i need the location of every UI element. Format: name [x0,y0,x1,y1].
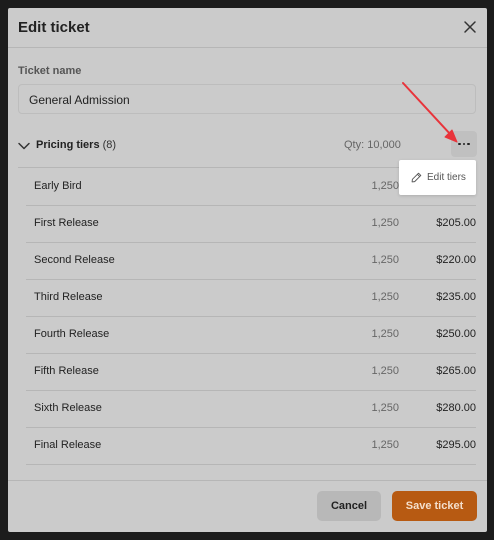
pricing-tiers-title: Pricing tiers (8) [36,139,116,151]
tier-row: Third Release 1,250 $235.00 [26,279,476,317]
tier-row: Final Release 1,250 $295.00 [26,427,476,465]
tier-name: Final Release [34,439,102,451]
tier-qty: 1,250 [371,365,399,377]
close-button[interactable] [460,17,480,37]
tier-name: Sixth Release [34,402,102,414]
tier-price: $280.00 [436,402,476,414]
tier-price: $235.00 [436,291,476,303]
tier-price: $250.00 [436,328,476,340]
tier-price: $265.00 [436,365,476,377]
close-icon [464,21,476,33]
tier-row: Second Release 1,250 $220.00 [26,242,476,280]
tier-name: Fifth Release [34,365,99,377]
tier-name: Fourth Release [34,328,110,340]
modal-header: Edit ticket [8,8,487,48]
tier-qty: 1,250 [371,402,399,414]
tier-name: First Release [34,217,99,229]
pricing-tiers-label: Pricing tiers [36,139,100,151]
chevron-down-icon [18,142,30,150]
ticket-name-input[interactable]: General Admission [18,84,476,114]
tier-qty: 1,250 [371,328,399,340]
tier-price: $220.00 [436,254,476,266]
tier-row: Sixth Release 1,250 $280.00 [26,390,476,428]
tier-row: First Release 1,250 $205.00 [26,205,476,243]
tiers-dropdown-menu: Edit tiers [399,160,476,195]
edit-ticket-modal: Edit ticket Ticket name General Admissio… [8,8,487,532]
edit-tiers-label: Edit tiers [427,172,466,183]
tier-row: Fifth Release 1,250 $265.00 [26,353,476,391]
cancel-button[interactable]: Cancel [317,491,381,521]
tiers-more-button[interactable] [451,131,477,157]
tiers-total-qty: Qty: 10,000 [344,139,401,151]
tier-qty: 1,250 [371,217,399,229]
tier-name: Second Release [34,254,115,266]
modal-footer: Cancel Save ticket [8,480,487,532]
tier-qty: 1,250 [371,180,399,192]
tier-row: Fourth Release 1,250 $250.00 [26,316,476,354]
tier-price: $295.00 [436,439,476,451]
edit-tiers-menu-item[interactable]: Edit tiers [399,160,476,195]
tier-qty: 1,250 [371,291,399,303]
save-ticket-button[interactable]: Save ticket [392,491,477,521]
more-horizontal-icon [458,142,470,146]
ticket-name-label: Ticket name [18,65,82,77]
modal-title: Edit ticket [18,19,90,36]
tier-name: Third Release [34,291,103,303]
pencil-icon [411,172,422,183]
pricing-tiers-count: (8) [102,139,117,151]
tier-name: Early Bird [34,180,82,192]
tier-qty: 1,250 [371,254,399,266]
tier-price: $205.00 [436,217,476,229]
collapse-tiers-button[interactable] [17,139,31,153]
tier-qty: 1,250 [371,439,399,451]
